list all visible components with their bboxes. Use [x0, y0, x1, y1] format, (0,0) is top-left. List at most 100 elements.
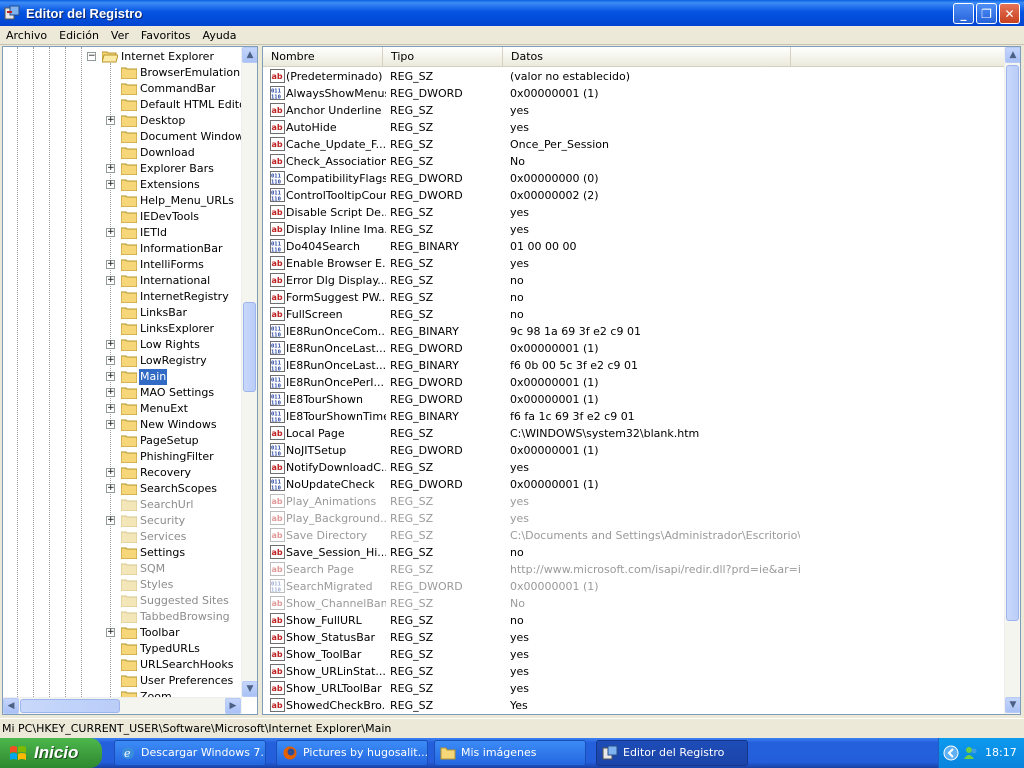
table-row[interactable]: ab FormSuggest PW... REG_SZ no — [263, 289, 1005, 306]
table-row[interactable]: 011 110 CompatibilityFlags REG_DWORD 0x00000… — [263, 170, 1005, 187]
tree-node[interactable]: TypedURLs — [3, 641, 242, 657]
scroll-thumb[interactable] — [1006, 65, 1019, 621]
column-header-nombre[interactable]: Nombre — [263, 47, 383, 67]
tree-node[interactable]: + MenuExt — [3, 401, 242, 417]
expand-toggle[interactable]: + — [106, 164, 115, 173]
expand-toggle[interactable]: + — [106, 228, 115, 237]
table-row[interactable]: 011 110 IE8RunOnceCom... REG_BINARY 9c 98 1a… — [263, 323, 1005, 340]
tree-node[interactable]: Default HTML Editor — [3, 97, 242, 113]
collapse-toggle[interactable]: − — [87, 52, 96, 61]
tree-node[interactable]: LinksExplorer — [3, 321, 242, 337]
table-row[interactable]: 011 110 IE8RunOncePerI... REG_DWORD 0x000000… — [263, 374, 1005, 391]
expand-toggle[interactable]: + — [106, 628, 115, 637]
tree-node[interactable]: + Low Rights — [3, 337, 242, 353]
tree-node[interactable]: + Toolbar — [3, 625, 242, 641]
close-button[interactable]: ✕ — [999, 3, 1020, 24]
tree-node[interactable]: BrowserEmulation — [3, 65, 242, 81]
tree-node[interactable]: + International — [3, 273, 242, 289]
expand-toggle[interactable]: + — [106, 260, 115, 269]
table-row[interactable]: ab Check_Associations REG_SZ No — [263, 153, 1005, 170]
task-button-ie[interactable]: e Descargar Windows 7... — [114, 740, 266, 766]
title-bar[interactable]: Editor del Registro _ ❐ ✕ — [0, 0, 1024, 26]
tree-node[interactable]: PageSetup — [3, 433, 242, 449]
menu-edicion[interactable]: Edición — [53, 29, 105, 42]
tree-node[interactable]: URLSearchHooks — [3, 657, 242, 673]
tree-node[interactable]: LinksBar — [3, 305, 242, 321]
table-row[interactable]: ab Show_URLToolBar REG_SZ yes — [263, 680, 1005, 697]
scroll-up-button[interactable]: ▲ — [1005, 47, 1020, 63]
task-button-firefox[interactable]: Pictures by hugosalit... — [276, 740, 428, 766]
table-row[interactable]: ab Local Page REG_SZ C:\WINDOWS\system32\bl… — [263, 425, 1005, 442]
expand-toggle[interactable]: + — [106, 340, 115, 349]
tree-node[interactable]: + Desktop — [3, 113, 242, 129]
expand-toggle[interactable]: + — [106, 468, 115, 477]
tree-node[interactable]: + Main — [3, 369, 242, 385]
table-row[interactable]: ab Error Dlg Display... REG_SZ no — [263, 272, 1005, 289]
tree-node[interactable]: + Security — [3, 513, 242, 529]
tree-node[interactable]: + Explorer Bars — [3, 161, 242, 177]
table-row[interactable]: 011 110 NoJITSetup REG_DWORD 0x00000001 (1) — [263, 442, 1005, 459]
expand-toggle[interactable]: + — [106, 420, 115, 429]
tree-node[interactable]: InternetRegistry — [3, 289, 242, 305]
table-row[interactable]: ab ShowedCheckBro... REG_SZ Yes — [263, 697, 1005, 714]
maximize-button[interactable]: ❐ — [976, 3, 997, 24]
minimize-button[interactable]: _ — [953, 3, 974, 24]
table-row[interactable]: ab Search Page REG_SZ http://www.microsoft.… — [263, 561, 1005, 578]
table-row[interactable]: 011 110 NoUpdateCheck REG_DWORD 0x00000001 (… — [263, 476, 1005, 493]
tree-node[interactable]: User Preferences — [3, 673, 242, 689]
table-row[interactable]: ab (Predeterminado) REG_SZ (valor no establ… — [263, 68, 1005, 85]
tree-node[interactable]: CommandBar — [3, 81, 242, 97]
menu-favoritos[interactable]: Favoritos — [135, 29, 197, 42]
expand-toggle[interactable]: + — [106, 484, 115, 493]
tree-node[interactable]: + LowRegistry — [3, 353, 242, 369]
registry-tree[interactable]: − Internet Explorer BrowserEmulation Comm… — [2, 46, 258, 715]
task-button-mis-imagenes[interactable]: Mis imágenes — [434, 740, 586, 766]
table-row[interactable]: 011 110 IE8RunOnceLast... REG_DWORD 0x000000… — [263, 340, 1005, 357]
start-button[interactable]: Inicio — [0, 738, 102, 768]
tree-node[interactable]: Document Windows — [3, 129, 242, 145]
scroll-up-button[interactable]: ▲ — [242, 47, 257, 63]
messenger-icon[interactable] — [963, 745, 979, 761]
table-row[interactable]: ab Enable Browser E... REG_SZ yes — [263, 255, 1005, 272]
expand-toggle[interactable]: + — [106, 276, 115, 285]
tree-vertical-scrollbar[interactable]: ▲ ▼ — [241, 47, 257, 697]
expand-toggle[interactable]: + — [106, 356, 115, 365]
task-button-regedit[interactable]: Editor del Registro — [596, 740, 748, 766]
scroll-right-button[interactable]: ▶ — [225, 698, 241, 714]
expand-toggle[interactable]: + — [106, 404, 115, 413]
tree-node[interactable]: TabbedBrowsing — [3, 609, 242, 625]
table-row[interactable]: ab NotifyDownloadC... REG_SZ yes — [263, 459, 1005, 476]
expand-toggle[interactable]: + — [106, 372, 115, 381]
tree-horizontal-scrollbar[interactable]: ◀ ▶ — [3, 697, 242, 714]
tree-node[interactable]: Help_Menu_URLs — [3, 193, 242, 209]
tree-node[interactable]: Services — [3, 529, 242, 545]
list-vertical-scrollbar[interactable]: ▲ ▼ — [1004, 47, 1020, 714]
tree-node[interactable]: Styles — [3, 577, 242, 593]
tree-node[interactable]: + SearchScopes — [3, 481, 242, 497]
table-row[interactable]: ab Show_FullURL REG_SZ no — [263, 612, 1005, 629]
menu-archivo[interactable]: Archivo — [0, 29, 53, 42]
expand-toggle[interactable]: + — [106, 116, 115, 125]
table-row[interactable]: ab Play_Background... REG_SZ yes — [263, 510, 1005, 527]
table-row[interactable]: ab Disable Script De... REG_SZ yes — [263, 204, 1005, 221]
table-row[interactable]: ab AutoHide REG_SZ yes — [263, 119, 1005, 136]
table-row[interactable]: ab Save_Session_Hi... REG_SZ no — [263, 544, 1005, 561]
tree-node[interactable]: Zoom — [3, 689, 242, 697]
tree-node[interactable]: IEDevTools — [3, 209, 242, 225]
tree-node[interactable]: + MAO Settings — [3, 385, 242, 401]
table-row[interactable]: ab Show_ChannelBand REG_SZ No — [263, 595, 1005, 612]
tree-node-internet-explorer[interactable]: − Internet Explorer — [3, 49, 242, 65]
tree-node[interactable]: + Recovery — [3, 465, 242, 481]
table-row[interactable]: ab Cache_Update_F... REG_SZ Once_Per_Sessio… — [263, 136, 1005, 153]
menu-ver[interactable]: Ver — [105, 29, 135, 42]
table-row[interactable]: ab Display Inline Ima... REG_SZ yes — [263, 221, 1005, 238]
table-row[interactable]: ab Save Directory REG_SZ C:\Documents and S… — [263, 527, 1005, 544]
table-row[interactable]: ab Anchor Underline REG_SZ yes — [263, 102, 1005, 119]
tree-node[interactable]: InformationBar — [3, 241, 242, 257]
tree-node[interactable]: + New Windows — [3, 417, 242, 433]
table-row[interactable]: 011 110 IE8RunOnceLast... REG_BINARY f6 0b 0… — [263, 357, 1005, 374]
tree-node[interactable]: Settings — [3, 545, 242, 561]
table-row[interactable]: ab Show_StatusBar REG_SZ yes — [263, 629, 1005, 646]
tree-node[interactable]: PhishingFilter — [3, 449, 242, 465]
table-row[interactable]: 011 110 IE8TourShown REG_DWORD 0x00000001 (1… — [263, 391, 1005, 408]
